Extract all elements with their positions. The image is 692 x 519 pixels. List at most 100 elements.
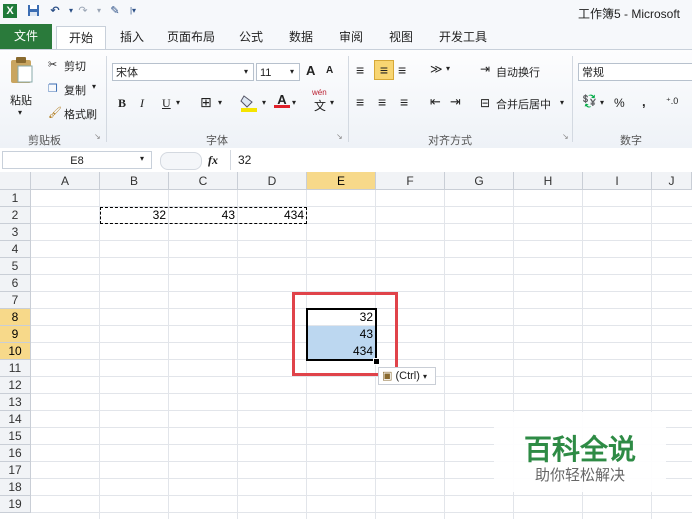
copy-dropdown-icon[interactable]: ▾ — [92, 82, 96, 91]
column-header-c[interactable]: C — [169, 172, 238, 190]
copy-icon[interactable]: ❐ — [48, 82, 58, 95]
row-header-3[interactable]: 3 — [0, 224, 31, 241]
column-header-h[interactable]: H — [514, 172, 583, 190]
column-header-f[interactable]: F — [376, 172, 445, 190]
row-header-19[interactable]: 19 — [0, 496, 31, 513]
tab-developer[interactable]: 开发工具 — [432, 26, 494, 48]
cut-button[interactable]: 剪切 — [64, 58, 86, 74]
font-launcher-icon[interactable]: ↘ — [336, 132, 343, 141]
row-header-13[interactable]: 13 — [0, 394, 31, 411]
column-header-j[interactable]: J — [652, 172, 692, 190]
align-middle-icon[interactable]: ≡ — [374, 60, 394, 80]
increase-decimal-icon[interactable]: ⁺.0 — [666, 96, 678, 107]
align-center-icon[interactable]: ≡ — [378, 94, 386, 110]
row-header-16[interactable]: 16 — [0, 445, 31, 462]
currency-icon[interactable]: 💱 — [582, 94, 597, 108]
row-header-4[interactable]: 4 — [0, 241, 31, 258]
merge-center-button[interactable]: 合并后居中 — [496, 96, 551, 112]
tab-page-layout[interactable]: 页面布局 — [160, 26, 222, 48]
tab-data[interactable]: 数据 — [280, 26, 322, 48]
tab-home[interactable]: 开始 — [56, 26, 106, 49]
paste-options-button[interactable]: ▣ (Ctrl) ▾ — [378, 367, 436, 385]
font-size-dropdown-icon[interactable]: ▾ — [290, 67, 294, 76]
row-header-14[interactable]: 14 — [0, 411, 31, 428]
phonetic-dropdown-icon[interactable]: ▾ — [330, 98, 334, 107]
percent-button[interactable]: % — [614, 96, 625, 110]
row-header-1[interactable]: 1 — [0, 190, 31, 207]
cell-d2[interactable]: 434 — [238, 207, 307, 224]
currency-dropdown-icon[interactable]: ▾ — [600, 98, 604, 107]
comma-button[interactable]: , — [642, 94, 646, 109]
row-header-5[interactable]: 5 — [0, 258, 31, 275]
increase-indent-icon[interactable]: ⇥ — [450, 94, 461, 110]
column-header-d[interactable]: D — [238, 172, 307, 190]
insert-function-button[interactable]: fx — [208, 153, 218, 168]
fill-color-dropdown-icon[interactable]: ▾ — [262, 98, 266, 107]
redo-dropdown-icon[interactable]: ▾ — [92, 4, 106, 18]
row-header-6[interactable]: 6 — [0, 275, 31, 292]
borders-icon[interactable]: ⊞ — [200, 94, 212, 111]
column-header-i[interactable]: I — [583, 172, 652, 190]
font-color-dropdown-icon[interactable]: ▾ — [292, 98, 296, 107]
row-header-7[interactable]: 7 — [0, 292, 31, 309]
tab-insert[interactable]: 插入 — [112, 26, 152, 48]
spellcheck-icon[interactable]: ✎ — [108, 4, 122, 18]
format-painter-button[interactable]: 格式刷 — [64, 106, 97, 122]
grow-font-button[interactable]: A — [306, 63, 315, 78]
row-header-17[interactable]: 17 — [0, 462, 31, 479]
wrap-text-button[interactable]: 自动换行 — [496, 64, 540, 80]
borders-dropdown-icon[interactable]: ▾ — [218, 98, 222, 107]
formula-input[interactable]: 32 — [238, 153, 251, 167]
column-header-b[interactable]: B — [100, 172, 169, 190]
row-header-10[interactable]: 10 — [0, 343, 31, 360]
underline-dropdown-icon[interactable]: ▾ — [176, 98, 180, 107]
undo-icon[interactable]: ↶ — [48, 4, 62, 18]
cut-icon[interactable]: ✂ — [48, 58, 57, 71]
name-box[interactable]: E8 — [2, 151, 152, 169]
paste-button[interactable]: 粘贴 — [10, 92, 32, 108]
paste-icon[interactable] — [8, 56, 34, 84]
merge-dropdown-icon[interactable]: ▾ — [560, 98, 564, 107]
copy-button[interactable]: 复制 — [64, 82, 86, 98]
align-right-icon[interactable]: ≡ — [400, 94, 408, 110]
cell-b2[interactable]: 32 — [100, 207, 169, 224]
row-header-8[interactable]: 8 — [0, 309, 31, 326]
tab-view[interactable]: 视图 — [380, 26, 422, 48]
select-all-corner[interactable] — [0, 172, 31, 190]
row-header-9[interactable]: 9 — [0, 326, 31, 343]
format-painter-icon[interactable]: 🖌 — [48, 106, 62, 119]
row-header-11[interactable]: 11 — [0, 360, 31, 377]
italic-button[interactable]: I — [140, 96, 144, 111]
underline-button[interactable]: U — [162, 96, 171, 111]
redo-icon[interactable]: ↷ — [76, 4, 90, 18]
column-header-e[interactable]: E — [307, 172, 376, 190]
merge-center-icon[interactable]: ⊟ — [480, 96, 490, 110]
alignment-launcher-icon[interactable]: ↘ — [562, 132, 569, 141]
row-header-15[interactable]: 15 — [0, 428, 31, 445]
row-header-12[interactable]: 12 — [0, 377, 31, 394]
orientation-icon[interactable]: ≫ — [430, 62, 443, 76]
tab-review[interactable]: 审阅 — [330, 26, 372, 48]
font-name-box[interactable]: 宋体 — [112, 63, 254, 81]
clipboard-launcher-icon[interactable]: ↘ — [94, 132, 101, 141]
align-bottom-icon[interactable]: ≡ — [398, 62, 406, 78]
phonetic-icon[interactable]: 文 — [314, 97, 326, 114]
column-header-a[interactable]: A — [31, 172, 100, 190]
customize-icon[interactable]: |▾ — [126, 4, 140, 18]
font-color-icon[interactable]: A — [274, 92, 290, 112]
bold-button[interactable]: B — [118, 96, 126, 111]
orientation-dropdown-icon[interactable]: ▾ — [446, 64, 450, 73]
name-box-dropdown-icon[interactable]: ▾ — [140, 154, 144, 163]
align-left-icon[interactable]: ≡ — [356, 94, 364, 110]
align-top-icon[interactable]: ≡ — [356, 62, 364, 78]
column-header-g[interactable]: G — [445, 172, 514, 190]
paste-dropdown-icon[interactable]: ▾ — [18, 108, 22, 117]
tab-formulas[interactable]: 公式 — [230, 26, 272, 48]
save-icon[interactable] — [26, 4, 40, 18]
wrap-text-icon[interactable]: ⇥ — [480, 62, 490, 76]
excel-logo-icon[interactable]: X — [3, 4, 17, 18]
row-header-2[interactable]: 2 — [0, 207, 31, 224]
font-name-dropdown-icon[interactable]: ▾ — [244, 67, 248, 76]
number-format-box[interactable]: 常规 — [578, 63, 692, 81]
row-header-18[interactable]: 18 — [0, 479, 31, 496]
